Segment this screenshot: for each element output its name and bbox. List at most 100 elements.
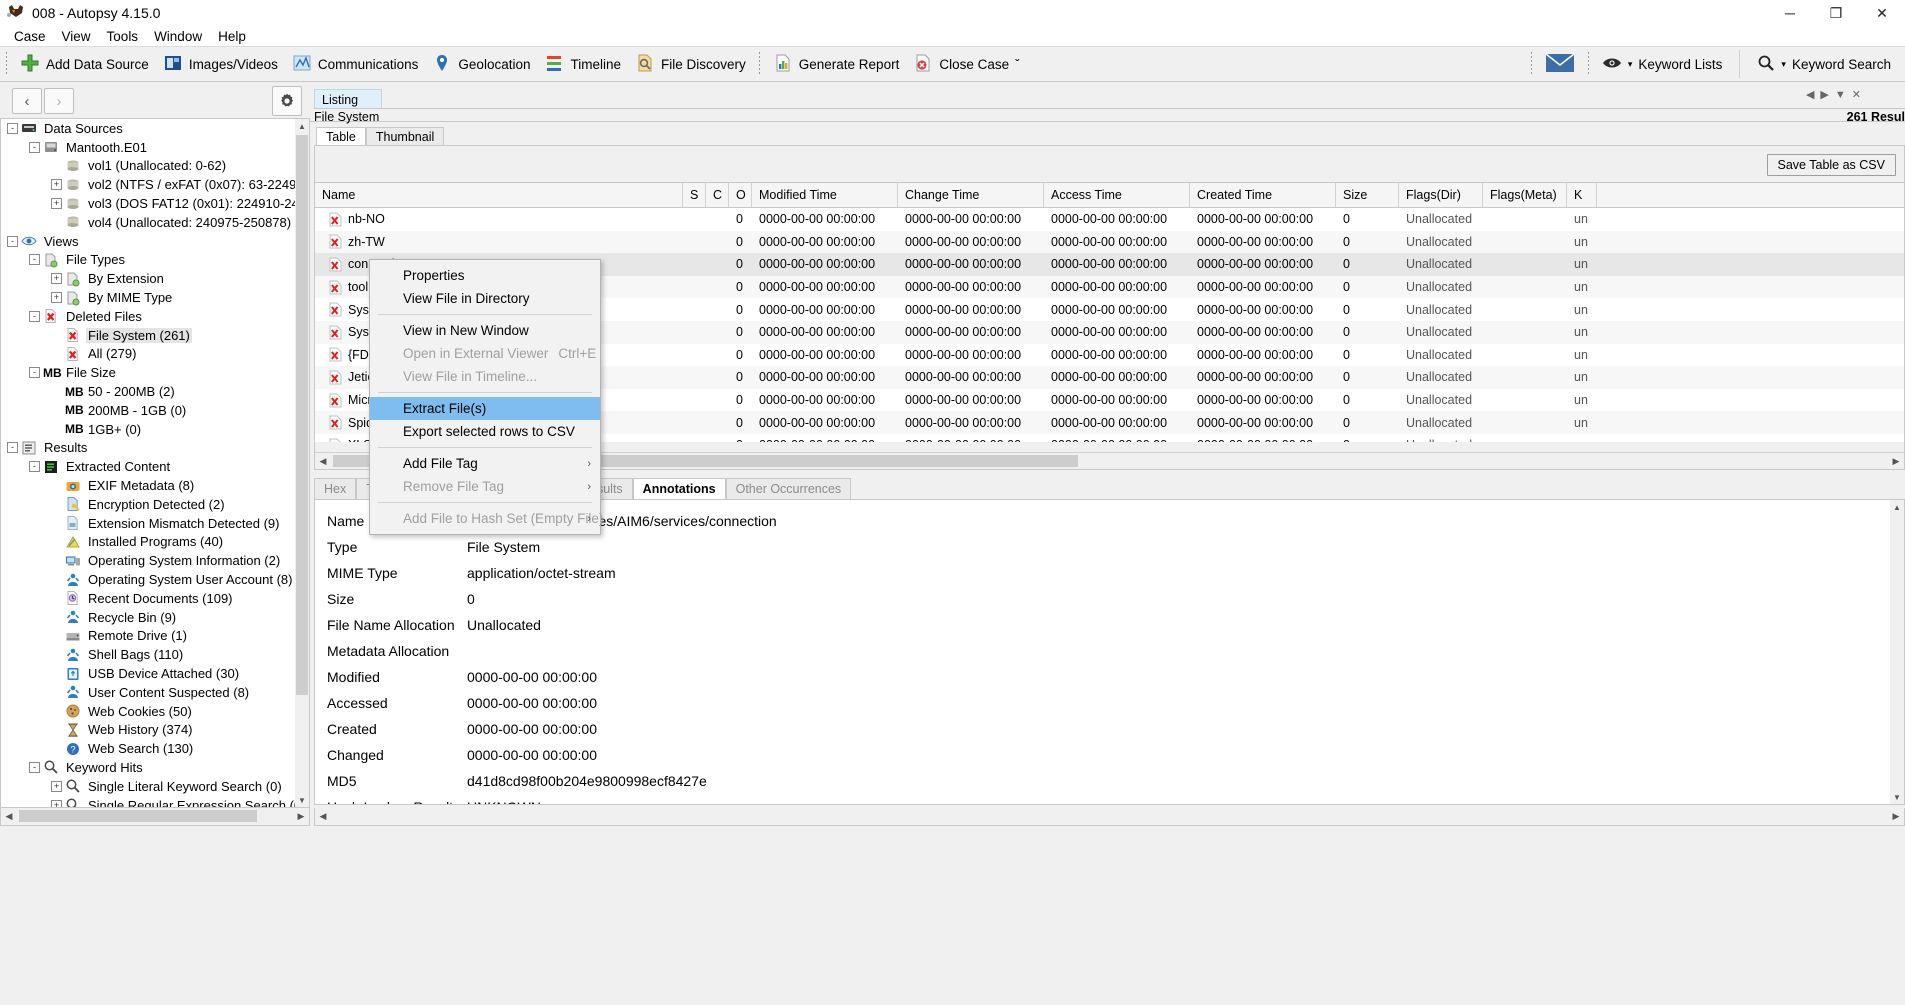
tree-node-recycle-bin-9[interactable]: Recycle Bin (9): [1, 608, 297, 627]
column-header-size[interactable]: Size: [1336, 183, 1399, 207]
column-header-o[interactable]: O: [729, 183, 752, 207]
view-mode-tabs[interactable]: Table Thumbnail: [316, 127, 445, 146]
expand-toggle-icon[interactable]: +: [51, 292, 62, 304]
tree-node-operating-system-information-2[interactable]: Operating System Information (2): [1, 551, 297, 570]
tree-node-extension-mismatch-detected-9[interactable]: Extension Mismatch Detected (9): [1, 514, 297, 533]
table-header-row[interactable]: Name S C O Modified Time Change Time Access Ti…: [315, 182, 1904, 208]
file-context-menu[interactable]: Properties View File in Directory View in …: [369, 259, 603, 535]
close-button[interactable]: ✕: [1859, 0, 1905, 26]
tree-node-single-regular-expression-search-0[interactable]: + Single Regular Expression Search (0): [1, 796, 306, 807]
column-header-created-time[interactable]: Created Time: [1190, 183, 1336, 207]
tree-node-1gb-0[interactable]: MB 1GB+ (0): [1, 420, 297, 439]
tree-node-keyword-hits[interactable]: - Keyword Hits: [1, 758, 297, 777]
tab-next-icon[interactable]: ▶: [1820, 88, 1828, 101]
collapse-toggle-icon[interactable]: -: [29, 141, 40, 153]
detail-tab-annotations[interactable]: Annotations: [632, 478, 726, 499]
tree-node-remote-drive-1[interactable]: Remote Drive (1): [1, 627, 297, 646]
tree-node-results[interactable]: - Results: [1, 439, 297, 458]
explorer-tree[interactable]: - Data Sources - Mantooth.E01 vol1 (Unalloca…: [1, 119, 309, 807]
table-hscroll-left-arrow[interactable]: ◀: [315, 453, 331, 469]
menu-tools[interactable]: Tools: [99, 28, 147, 45]
menu-window[interactable]: Window: [146, 28, 210, 45]
tab-navigation-controls[interactable]: ◀ ▶ ▼ ✕: [1806, 88, 1861, 102]
images-videos-button[interactable]: Images/Videos: [156, 47, 285, 81]
detail-horizontal-scrollbar[interactable]: ◀ ▶: [314, 808, 1905, 826]
collapse-toggle-icon[interactable]: -: [29, 310, 40, 322]
detail-vertical-scrollbar[interactable]: ▲ ▼: [1890, 500, 1904, 804]
context-menu-item-extract-file-s[interactable]: Extract File(s): [370, 397, 600, 420]
tree-node-user-content-suspected-8[interactable]: User Content Suspected (8): [1, 683, 297, 702]
mail-button[interactable]: [1538, 47, 1582, 81]
tree-node-extracted-content[interactable]: - Extracted Content: [1, 457, 297, 476]
tree-node-web-cookies-50[interactable]: Web Cookies (50): [1, 702, 297, 721]
tree-hscroll-right-arrow[interactable]: ▶: [293, 808, 309, 824]
detail-tab-other-occurrences[interactable]: Other Occurrences: [725, 478, 852, 499]
collapse-toggle-icon[interactable]: -: [7, 235, 18, 247]
save-table-as-csv-button[interactable]: Save Table as CSV: [1766, 154, 1896, 176]
tree-node-installed-programs-40[interactable]: Installed Programs (40): [1, 533, 297, 552]
tree-node-shell-bags-110[interactable]: Shell Bags (110): [1, 645, 297, 664]
tree-node-operating-system-user-account-8[interactable]: Operating System User Account (8): [1, 570, 297, 589]
tree-node-by-extension[interactable]: + By Extension: [1, 269, 297, 288]
menu-help[interactable]: Help: [210, 28, 254, 45]
gear-icon[interactable]: [272, 86, 302, 116]
tree-node-vol4-unallocated-240975-250878[interactable]: vol4 (Unallocated: 240975-250878): [1, 213, 297, 232]
explorer-tree-panel[interactable]: - Data Sources - Mantooth.E01 vol1 (Unalloca…: [0, 118, 310, 808]
collapse-toggle-icon[interactable]: -: [29, 367, 40, 379]
context-menu-item-properties[interactable]: Properties: [370, 264, 600, 287]
table-row[interactable]: zh-TW 0 0000-00-00 00:00:00 0000-00-00 00:0…: [315, 230, 1904, 254]
tree-node-vol3-dos-fat12-0x01-224910-240974[interactable]: + vol3 (DOS FAT12 (0x01): 224910-240974: [1, 194, 309, 213]
tab-table[interactable]: Table: [316, 127, 366, 146]
tab-close-icon[interactable]: ✕: [1852, 88, 1861, 101]
tree-vertical-scrollbar[interactable]: ▲ ▼: [295, 119, 309, 807]
tab-list-icon[interactable]: ▼: [1835, 89, 1846, 101]
tree-scroll-up-arrow[interactable]: ▲: [295, 119, 309, 133]
context-menu-item-export-selected-rows-to-csv[interactable]: Export selected rows to CSV: [370, 420, 600, 443]
tree-node-50-200mb-2[interactable]: MB 50 - 200MB (2): [1, 382, 297, 401]
column-header-name[interactable]: Name: [315, 183, 683, 207]
keyword-lists-button[interactable]: ▾ Keyword Lists: [1595, 47, 1730, 81]
expand-toggle-icon[interactable]: +: [51, 179, 62, 191]
listing-tab[interactable]: Listing: [314, 89, 382, 109]
tab-thumbnail[interactable]: Thumbnail: [365, 127, 445, 146]
tree-node-200mb-1gb-0[interactable]: MB 200MB - 1GB (0): [1, 401, 297, 420]
tree-node-by-mime-type[interactable]: + By MIME Type: [1, 288, 297, 307]
collapse-toggle-icon[interactable]: -: [29, 761, 40, 773]
tree-node-data-sources[interactable]: - Data Sources: [1, 119, 297, 138]
close-case-chevron-icon[interactable]: ˇ: [1015, 57, 1020, 72]
tree-node-mantooth-e01[interactable]: - Mantooth.E01: [1, 138, 297, 157]
add-data-source-button[interactable]: Add Data Source: [13, 47, 156, 81]
context-menu-item-add-file-tag[interactable]: Add File Tag ›: [370, 452, 600, 475]
table-hscroll-right-arrow[interactable]: ▶: [1888, 453, 1904, 469]
context-menu-item-view-in-new-window[interactable]: View in New Window: [370, 319, 600, 342]
context-menu-item-view-file-in-directory[interactable]: View File in Directory: [370, 287, 600, 310]
file-discovery-button[interactable]: File Discovery: [628, 47, 753, 81]
menu-case[interactable]: Case: [6, 28, 54, 45]
expand-toggle-icon[interactable]: +: [51, 780, 62, 792]
tree-node-all-279[interactable]: All (279): [1, 345, 297, 364]
minimize-button[interactable]: ─: [1767, 0, 1813, 26]
tree-node-encryption-detected-2[interactable]: Encryption Detected (2): [1, 495, 297, 514]
maximize-button[interactable]: ❐: [1813, 0, 1859, 26]
collapse-toggle-icon[interactable]: -: [29, 461, 40, 473]
tree-node-views[interactable]: - Views: [1, 232, 297, 251]
tab-prev-icon[interactable]: ◀: [1806, 88, 1814, 101]
back-button[interactable]: ‹: [12, 88, 42, 114]
collapse-toggle-icon[interactable]: -: [7, 122, 18, 134]
column-header-flags-dir[interactable]: Flags(Dir): [1399, 183, 1483, 207]
collapse-toggle-icon[interactable]: -: [29, 254, 40, 266]
tree-node-deleted-files[interactable]: - Deleted Files: [1, 307, 297, 326]
collapse-toggle-icon[interactable]: -: [7, 442, 18, 454]
tree-node-web-history-374[interactable]: Web History (374): [1, 721, 297, 740]
menu-view[interactable]: View: [54, 28, 99, 45]
keyword-search-button[interactable]: ▾ Keyword Search: [1750, 47, 1905, 81]
tree-node-file-types[interactable]: - File Types: [1, 251, 297, 270]
tree-node-usb-device-attached-30[interactable]: USB Device Attached (30): [1, 664, 297, 683]
tree-scroll-thumb[interactable]: [296, 135, 308, 695]
column-header-access-time[interactable]: Access Time: [1044, 183, 1190, 207]
column-header-k[interactable]: K: [1567, 183, 1597, 207]
table-row[interactable]: nb-NO 0 0000-00-00 00:00:00 0000-00-00 00:0…: [315, 208, 1904, 231]
tree-node-single-literal-keyword-search-0[interactable]: + Single Literal Keyword Search (0): [1, 777, 297, 796]
tree-node-vol1-unallocated-0-62[interactable]: vol1 (Unallocated: 0-62): [1, 157, 297, 176]
column-header-modified-time[interactable]: Modified Time: [752, 183, 898, 207]
